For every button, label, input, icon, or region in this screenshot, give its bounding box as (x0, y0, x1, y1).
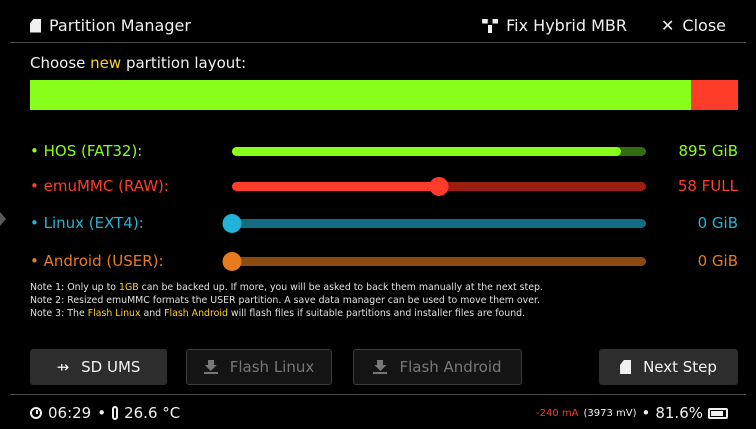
partition-size-value: 58 FULL (677, 177, 738, 195)
battery-percent: 81.6% (655, 404, 703, 422)
partition-label: • HOS (FAT32): (30, 142, 143, 160)
partition-slider-knob[interactable] (429, 177, 449, 196)
note-3-highlight-android: Flash Android (164, 308, 228, 319)
fix-hybrid-mbr-button[interactable]: Fix Hybrid MBR (482, 16, 627, 35)
next-step-button[interactable]: Next Step (599, 349, 738, 385)
choose-highlight: new (90, 54, 122, 72)
status-bar: 06:29 • 26.6 °C -240 mA (3973 mV) • 81.6… (10, 394, 746, 429)
window-title: Partition Manager (30, 16, 191, 35)
download-icon (373, 360, 388, 374)
close-label: Close (682, 16, 726, 35)
partition-size-value: 895 GiB (678, 142, 738, 160)
note-1-b: can be backed up. If more, you will be a… (138, 282, 543, 293)
clock-icon (30, 407, 42, 419)
note-1-a: Note 1: Only up to (30, 282, 119, 293)
partition-slider[interactable] (232, 147, 646, 156)
partition-slider[interactable] (222, 214, 646, 233)
separator: • (97, 404, 107, 422)
note-3-c: will flash files if suitable partitions … (227, 308, 526, 319)
partition-row: • HOS (FAT32): 895 GiB (30, 140, 738, 162)
thermometer-icon (112, 406, 119, 420)
usb-icon: ⇸ (56, 358, 70, 376)
partition-row: • Linux (EXT4): 0 GiB (30, 212, 738, 234)
battery-voltage: (3973 mV) (583, 407, 637, 419)
network-icon (482, 19, 498, 33)
partition-label: • Android (USER): (30, 252, 164, 270)
note-2: Note 2: Resized emuMMC formats the USER … (30, 295, 540, 306)
note-1: Note 1: Only up to 1GB can be backed up.… (30, 281, 543, 294)
partition-slider-knob[interactable] (222, 214, 242, 233)
sd-ums-label: SD UMS (81, 358, 141, 376)
close-icon: ✕ (661, 16, 675, 35)
temperature-text: 26.6 °C (124, 404, 181, 422)
notes: Note 1: Only up to 1GB can be backed up.… (30, 281, 543, 320)
fix-hybrid-mbr-label: Fix Hybrid MBR (506, 16, 627, 35)
time-text: 06:29 (48, 404, 92, 422)
next-step-label: Next Step (643, 358, 717, 376)
choose-prefix: Choose (30, 54, 91, 72)
sd-card-icon (620, 360, 632, 374)
partition-layout-fill (30, 80, 692, 110)
partition-layout-bar (30, 80, 738, 110)
partition-label: • Linux (EXT4): (30, 214, 144, 232)
note-1-highlight: 1GB (119, 282, 139, 293)
battery-current: -240 mA (536, 407, 579, 419)
battery-icon (708, 407, 728, 419)
header-bar: Partition Manager Fix Hybrid MBR ✕ Close (10, 8, 746, 43)
partition-slider[interactable] (222, 252, 646, 271)
note-3: Note 3: The Flash Linux and Flash Androi… (30, 307, 543, 320)
window-title-text: Partition Manager (49, 16, 191, 35)
sd-card-icon (30, 18, 41, 33)
note-3-b: and (140, 308, 165, 319)
choose-suffix: partition layout: (121, 54, 247, 72)
download-icon (203, 360, 218, 374)
partition-size-value: 0 GiB (697, 252, 738, 270)
sd-ums-button[interactable]: ⇸ SD UMS (30, 349, 167, 385)
partition-row: • emuMMC (RAW): 58 FULL (30, 175, 738, 197)
note-3-a: Note 3: The (30, 308, 88, 319)
partition-slider-knob[interactable] (222, 252, 242, 271)
partition-slider[interactable] (232, 177, 646, 196)
separator: • (641, 404, 651, 422)
partition-slider-fill (232, 147, 622, 156)
partition-label: • emuMMC (RAW): (30, 177, 169, 195)
side-tab-arrow (0, 212, 6, 226)
flash-android-button[interactable]: Flash Android (353, 349, 522, 385)
flash-linux-button[interactable]: Flash Linux (186, 349, 332, 385)
partition-row: • Android (USER): 0 GiB (30, 250, 738, 272)
flash-android-label: Flash Android (399, 358, 502, 376)
choose-layout-text: Choose new partition layout: (30, 54, 246, 72)
note-3-highlight-linux: Flash Linux (87, 308, 141, 319)
close-button[interactable]: ✕ Close (661, 16, 726, 35)
flash-linux-label: Flash Linux (229, 358, 315, 376)
partition-size-value: 0 GiB (697, 214, 738, 232)
partition-slider-fill (232, 182, 439, 191)
